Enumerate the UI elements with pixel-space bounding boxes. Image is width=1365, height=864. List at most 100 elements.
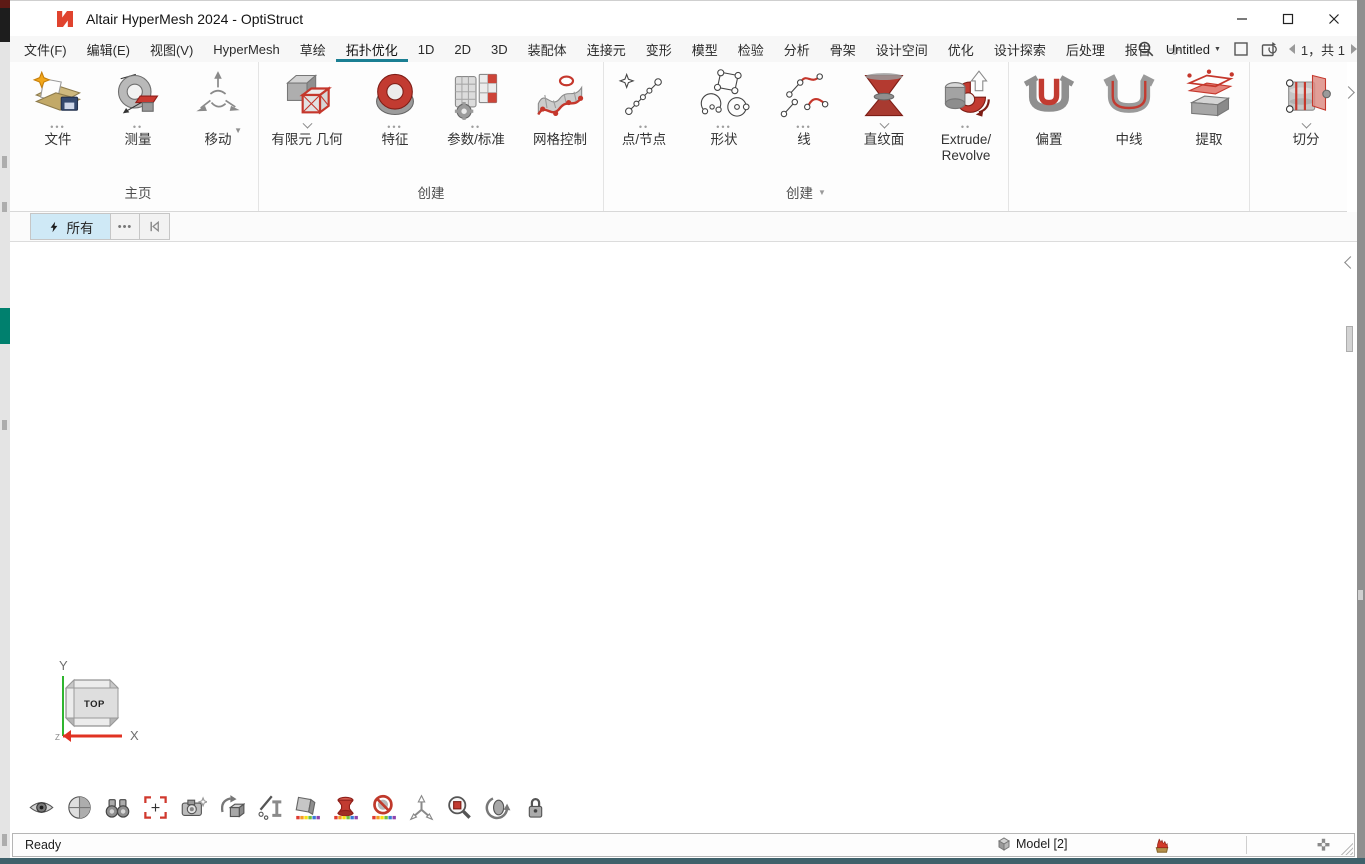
search-icon[interactable] (1138, 41, 1154, 57)
snapshot-camera-button[interactable] (178, 791, 208, 823)
ribbon-tool-file[interactable]: •••文件 (18, 66, 98, 148)
tab-变形[interactable]: 变形 (636, 36, 682, 62)
tab-视图(V)[interactable]: 视图(V) (140, 36, 203, 62)
flyout-arrow-icon[interactable]: ▼ (234, 127, 242, 135)
prev-page-icon[interactable] (1289, 44, 1295, 54)
spin-view-button[interactable] (482, 791, 512, 823)
tab-拓扑优化[interactable]: 拓扑优化 (336, 36, 408, 62)
spin-view-icon (484, 794, 511, 821)
ribbon-tool-mesh-control[interactable]: 网格控制 (517, 66, 603, 148)
ribbon-tool-feature[interactable]: •••特征 (355, 66, 435, 148)
filter-all-button[interactable]: 所有 (31, 214, 111, 239)
more-dots-indicator: •• (639, 121, 649, 132)
ribbon-tool-ruled-surface[interactable]: 直纹面 (844, 66, 924, 148)
axis-y-label: Y (59, 658, 68, 673)
skip-to-start-button[interactable] (140, 214, 169, 239)
model-selector[interactable]: Model [2] (996, 836, 1067, 852)
fit-view-button[interactable] (140, 791, 170, 823)
zoom-select-button[interactable] (444, 791, 474, 823)
find-binoculars-button[interactable] (102, 791, 132, 823)
tab-草绘[interactable]: 草绘 (290, 36, 336, 62)
ribbon-tool-param-standard[interactable]: ••参数/标准 (435, 66, 517, 148)
more-dots-indicator: ••• (387, 121, 402, 132)
ribbon-group-tools: ••点/节点•••形状•••线直纹面••Extrude/Revolve (604, 66, 1008, 177)
tab-3D[interactable]: 3D (481, 36, 518, 62)
ribbon-tool-split[interactable]: 切分 (1266, 66, 1346, 148)
triad-button[interactable] (406, 791, 436, 823)
rotate-view-button[interactable] (216, 791, 246, 823)
more-dots-indicator: •• (471, 121, 481, 132)
ribbon-tool-label: 提取 (1196, 132, 1223, 148)
color-off-button[interactable] (368, 791, 398, 823)
close-button[interactable] (1311, 2, 1357, 36)
tab-设计探索[interactable]: 设计探索 (984, 36, 1056, 62)
entity-filter-bar: 所有 ••• (10, 212, 1357, 242)
resize-grip[interactable] (1341, 843, 1353, 855)
lock-button[interactable] (520, 791, 550, 823)
geometry-color-button[interactable] (292, 791, 322, 823)
ribbon-tool-label: 特征 (382, 132, 409, 148)
chevron-down-icon: ▼ (1214, 46, 1221, 53)
tab-后处理[interactable]: 后处理 (1056, 36, 1115, 62)
tab-模型[interactable]: 模型 (682, 36, 728, 62)
shaded-sphere-button[interactable] (64, 791, 94, 823)
ribbon-tool-point-node[interactable]: ••点/节点 (604, 66, 684, 148)
geometry-color-icon (294, 794, 321, 821)
fe-geometry-icon (281, 69, 333, 121)
lightning-icon (48, 220, 60, 234)
extract-icon (1183, 69, 1235, 121)
ribbon-tool-extract[interactable]: 提取 (1169, 66, 1249, 148)
tab-设计空间[interactable]: 设计空间 (866, 36, 938, 62)
tab-分析[interactable]: 分析 (774, 36, 820, 62)
ribbon-tool-line[interactable]: •••线 (764, 66, 844, 148)
ribbon-tool-label: 点/节点 (622, 132, 666, 148)
tab-2D[interactable]: 2D (444, 36, 481, 62)
tab-连接元[interactable]: 连接元 (577, 36, 636, 62)
group-label-text: 主页 (125, 182, 152, 202)
chevron-down-icon (1303, 121, 1310, 132)
file-icon (32, 69, 84, 121)
tab-优化[interactable]: 优化 (938, 36, 984, 62)
element-color-button[interactable] (330, 791, 360, 823)
ribbon-tool-label: 偏置 (1036, 132, 1063, 148)
ribbon-tool-offset[interactable]: 偏置 (1009, 66, 1089, 148)
minimize-button[interactable] (1219, 2, 1265, 36)
color-off-icon (370, 794, 397, 821)
modeling-canvas[interactable] (10, 242, 1357, 833)
window-title: Altair HyperMesh 2024 - OptiStruct (86, 11, 303, 27)
reset-layout-icon[interactable] (1261, 41, 1277, 57)
tab-编辑(E)[interactable]: 编辑(E) (77, 36, 140, 62)
ribbon-group-label[interactable]: 创建▼ (604, 177, 1008, 211)
session-dropdown[interactable]: Untitled ▼ (1166, 42, 1221, 57)
view-orientation-cube[interactable]: Y Z TOP X (46, 656, 142, 748)
tab-HyperMesh[interactable]: HyperMesh (203, 36, 289, 62)
zoom-select-icon (446, 794, 473, 821)
ribbon-tool-label-line2: Revolve (942, 148, 991, 163)
split-icon (1280, 69, 1332, 121)
ruled-surface-icon (858, 69, 910, 121)
tab-骨架[interactable]: 骨架 (820, 36, 866, 62)
ribbon-tool-shape[interactable]: •••形状 (684, 66, 764, 148)
gear-plus-icon[interactable] (1315, 837, 1332, 854)
ribbon-tool-extrude-revolve[interactable]: ••Extrude/Revolve (924, 66, 1008, 164)
ribbon-tool-move[interactable]: ▼移动 (178, 66, 258, 148)
more-dots-indicator: ••• (796, 121, 811, 132)
ribbon-tool-fe-geometry[interactable]: 有限元 几何 (259, 66, 355, 148)
element-style-icon (256, 794, 283, 821)
rotate-view-icon (218, 794, 245, 821)
chevron-down-icon (304, 121, 311, 132)
element-style-button[interactable] (254, 791, 284, 823)
layout-square-icon[interactable] (1233, 41, 1249, 57)
visibility-eye-button[interactable] (26, 791, 56, 823)
tab-1D[interactable]: 1D (408, 36, 445, 62)
tab-文件(F)[interactable]: 文件(F) (14, 36, 77, 62)
tab-检验[interactable]: 检验 (728, 36, 774, 62)
ribbon-tool-midline[interactable]: 中线 (1089, 66, 1169, 148)
ribbon-group-label (1266, 197, 1346, 211)
tab-装配体[interactable]: 装配体 (518, 36, 577, 62)
right-scrollbar-thumb[interactable] (1346, 326, 1353, 352)
measure-icon (112, 69, 164, 121)
maximize-button[interactable] (1265, 2, 1311, 36)
filter-more-button[interactable]: ••• (111, 214, 140, 239)
ribbon-tool-measure[interactable]: ••测量 (98, 66, 178, 148)
